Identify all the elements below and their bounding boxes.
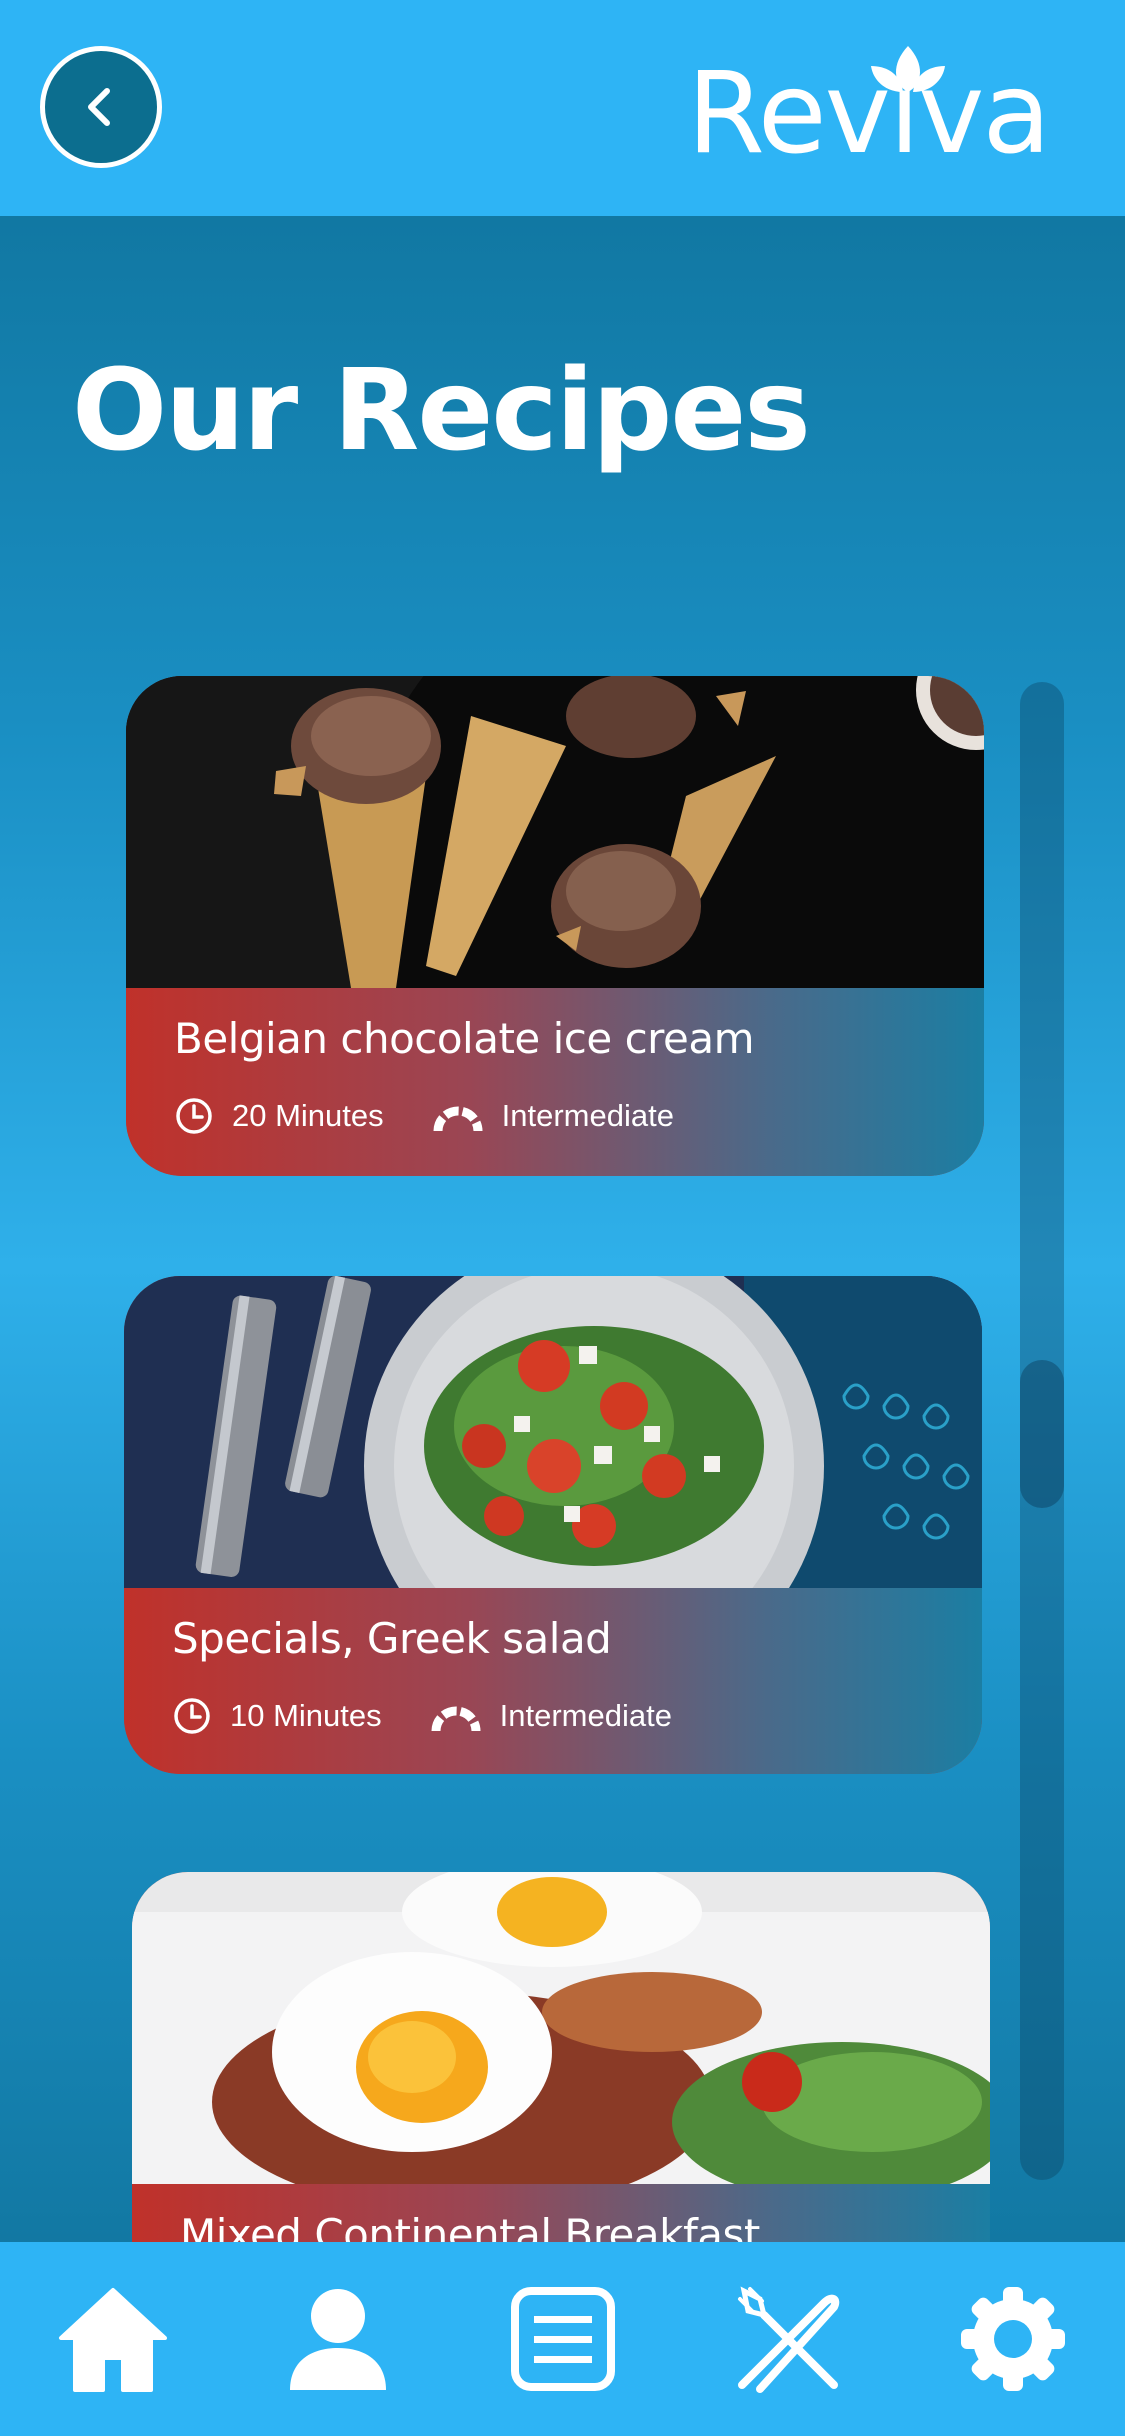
user-icon	[289, 2289, 386, 2390]
recipe-info: Belgian chocolate ice cream 20 Minutes I…	[126, 988, 984, 1176]
recipe-card[interactable]: Belgian chocolate ice cream 20 Minutes I…	[126, 676, 984, 1176]
recipe-image-breakfast	[132, 1872, 990, 2184]
recipe-info: Specials, Greek salad 10 Minutes Interme…	[124, 1588, 982, 1774]
recipe-difficulty: Intermediate	[499, 1698, 672, 1733]
bottom-tab-bar	[0, 2242, 1125, 2436]
list-icon	[510, 2287, 615, 2391]
gear-icon	[960, 2287, 1065, 2391]
tab-settings[interactable]	[948, 2274, 1078, 2404]
recipe-name: Specials, Greek salad	[172, 1614, 612, 1663]
recipe-image-ice-cream	[126, 676, 984, 988]
recipe-list: Belgian chocolate ice cream 20 Minutes I…	[0, 0, 1125, 2436]
recipe-time: 10 Minutes	[230, 1698, 382, 1733]
recipe-name: Belgian chocolate ice cream	[174, 1014, 755, 1063]
recipe-image-greek-salad	[124, 1276, 982, 1588]
fork-knife-icon	[737, 2286, 839, 2393]
gauge-icon	[431, 1706, 481, 1732]
tab-home[interactable]	[48, 2274, 178, 2404]
scrollbar[interactable]	[1020, 682, 1064, 2180]
tab-notes[interactable]	[498, 2274, 628, 2404]
recipe-meta: 20 Minutes Intermediate	[174, 1094, 674, 1138]
recipe-meta: 10 Minutes Intermediate	[172, 1694, 672, 1738]
tab-recipes[interactable]	[723, 2274, 853, 2404]
tab-profile[interactable]	[273, 2274, 403, 2404]
gauge-icon	[433, 1106, 483, 1132]
recipe-time: 20 Minutes	[232, 1098, 384, 1133]
clock-icon	[174, 1698, 210, 1734]
recipe-difficulty: Intermediate	[501, 1098, 674, 1133]
clock-icon	[176, 1098, 212, 1134]
scrollbar-thumb[interactable]	[1020, 1360, 1064, 1508]
recipe-card[interactable]: Specials, Greek salad 10 Minutes Interme…	[124, 1276, 982, 1774]
home-icon	[58, 2288, 167, 2392]
